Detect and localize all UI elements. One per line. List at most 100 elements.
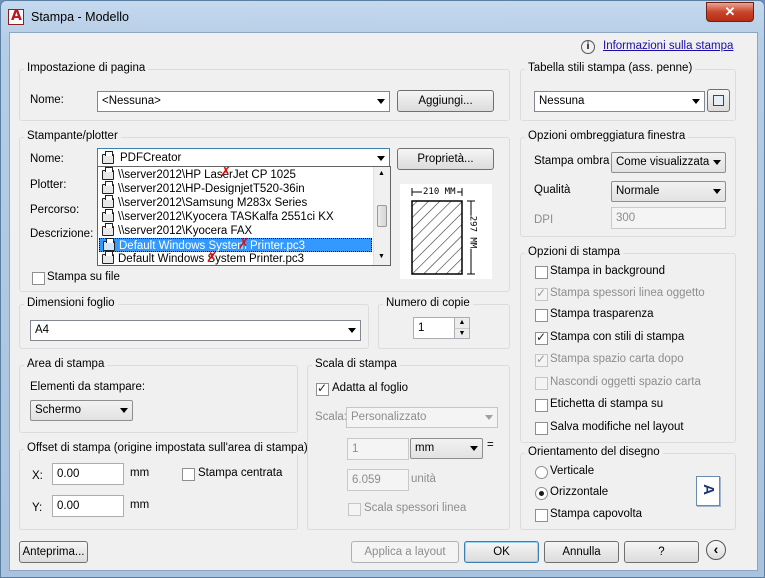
dropdown-item[interactable]: \\server2012\Samsung M283x Series — [99, 195, 372, 210]
hide-paperspace-objects-checkbox[interactable] — [535, 377, 548, 390]
plot-paperspace-last-checkbox[interactable] — [535, 352, 548, 367]
scale-value: Personalizzato — [351, 411, 427, 423]
window-title: Stampa - Modello — [31, 10, 129, 24]
dropdown-item-selected[interactable]: Default Windows System Printer.pc3 — [99, 238, 372, 252]
print-to-file-checkbox[interactable] — [32, 272, 45, 285]
quality-value: Normale — [616, 185, 660, 197]
paper-size-combo[interactable]: A4 — [30, 320, 361, 341]
upside-down-checkbox[interactable] — [535, 509, 548, 522]
plot-transparency-label: Stampa trasparenza — [550, 308, 654, 320]
printer-icon — [102, 181, 114, 194]
ok-button[interactable]: OK — [464, 541, 539, 563]
fit-to-paper-label: Adatta al foglio — [332, 382, 409, 394]
shade-plot-combo[interactable]: Come visualizzata — [611, 152, 726, 173]
page-setup-title: Impostazione di pagina — [24, 62, 149, 74]
offset-group: Offset di stampa (origine impostata sull… — [19, 442, 311, 530]
dropdown-item[interactable]: \\server2012\HP-DesignjetT520-36in — [99, 181, 372, 196]
printer-icon — [103, 238, 115, 251]
dpi-input[interactable]: 300 — [611, 207, 726, 229]
scale-value2-input[interactable]: 6.059 — [347, 469, 409, 491]
save-changes-checkbox[interactable] — [535, 422, 548, 435]
center-plot-label: Stampa centrata — [198, 467, 283, 479]
printer-properties-button[interactable]: Proprietà... — [397, 148, 494, 170]
center-plot-checkbox[interactable] — [182, 468, 195, 481]
edit-style-table-button[interactable] — [707, 89, 730, 112]
page-setup-name-value: <Nessuna> — [102, 95, 161, 107]
style-table-combo[interactable]: Nessuna — [534, 91, 705, 112]
offset-y-label: Y: — [32, 502, 43, 514]
paper-size-value: A4 — [35, 324, 50, 336]
offset-title: Offset di stampa (origine impostata sull… — [24, 442, 311, 454]
scale-lineweights-checkbox[interactable] — [348, 503, 361, 516]
printer-icon — [102, 251, 114, 264]
printer-icon — [102, 195, 114, 208]
offset-x-unit: mm — [130, 467, 150, 479]
style-table-value: Nessuna — [539, 95, 585, 107]
help-button[interactable]: ? — [624, 541, 699, 563]
chevron-down-icon — [692, 99, 700, 104]
shaded-options-title: Opzioni ombreggiatura finestra — [525, 130, 689, 142]
print-area-title: Area di stampa — [24, 358, 108, 370]
close-button[interactable]: ✕ — [706, 2, 754, 22]
offset-x-input[interactable]: 0.00 — [52, 463, 124, 485]
info-link[interactable]: Informazioni sulla stampa — [603, 40, 733, 52]
copies-decrement-icon[interactable]: ▼ — [454, 328, 469, 338]
chevron-down-icon — [377, 99, 385, 104]
scale-combo[interactable]: Personalizzato — [346, 407, 498, 428]
plot-object-lineweights-checkbox[interactable] — [535, 286, 548, 301]
offset-y-value: 0.00 — [57, 500, 80, 512]
printer-icon — [102, 151, 114, 164]
orientation-letter: A — [699, 484, 717, 495]
plot-in-background-checkbox[interactable] — [535, 266, 548, 279]
scroll-up-icon[interactable]: ▲ — [378, 170, 385, 177]
offset-y-input[interactable]: 0.00 — [52, 495, 124, 517]
collapse-options-icon[interactable]: ‹ — [706, 540, 726, 560]
scale-unit-combo[interactable]: mm — [410, 438, 483, 459]
print-what-label: Elementi da stampare: — [30, 381, 146, 393]
chevron-down-icon — [485, 415, 493, 420]
upside-down-label: Stampa capovolta — [550, 508, 643, 520]
scroll-thumb[interactable] — [377, 205, 387, 227]
info-icon[interactable]: i — [581, 40, 595, 54]
quality-label: Qualità — [534, 184, 571, 196]
cancel-button[interactable]: Annulla — [544, 541, 619, 563]
style-table-edit-icon — [713, 95, 724, 106]
printer-dropdown-list: \\server2012\HP LaserJet CP 1025 \\serve… — [97, 166, 391, 266]
dropdown-item[interactable]: \\server2012\Kyocera TASKalfa 2551ci KX — [99, 209, 372, 224]
scale-value1: 1 — [352, 443, 359, 455]
scale-value2: 6.059 — [352, 474, 381, 486]
print-what-value: Schermo — [35, 404, 82, 416]
shade-plot-value: Come visualizzata — [616, 156, 710, 168]
style-table-title: Tabella stili stampa (ass. penne) — [525, 62, 696, 74]
chevron-down-icon — [120, 408, 128, 413]
red-cross-mark-icon: ✗ — [206, 250, 218, 266]
plot-with-styles-label: Stampa con stili di stampa — [550, 331, 685, 343]
dropdown-item[interactable]: \\server2012\Kyocera FAX — [99, 223, 372, 238]
plot-stamp-checkbox[interactable] — [535, 399, 548, 412]
preview-button[interactable]: Anteprima... — [19, 541, 88, 563]
fit-to-paper-checkbox[interactable] — [316, 381, 329, 396]
dropdown-item[interactable]: Default Windows System Printer.pc3 — [99, 251, 372, 265]
plot-transparency-checkbox[interactable] — [535, 309, 548, 322]
plot-with-styles-checkbox[interactable] — [535, 330, 548, 345]
landscape-radio[interactable] — [535, 487, 548, 500]
paper-preview-drawing — [411, 188, 475, 275]
scale-value1-input[interactable]: 1 — [347, 438, 409, 460]
dropdown-item[interactable]: \\server2012\HP LaserJet CP 1025 — [99, 167, 372, 182]
add-page-setup-button[interactable]: Aggiungi... — [397, 90, 494, 112]
landscape-label: Orizzontale — [550, 486, 609, 498]
print-what-combo[interactable]: Schermo — [30, 400, 133, 421]
plot-paperspace-last-label: Stampa spazio carta dopo — [550, 353, 684, 365]
paper-preview: 210 MM 297 MM — [400, 184, 492, 279]
scroll-down-icon[interactable]: ▼ — [378, 253, 385, 260]
apply-to-layout-button[interactable]: Applica a layout — [351, 541, 459, 563]
scale-lineweights-label: Scala spessori linea — [364, 502, 467, 514]
portrait-radio[interactable] — [535, 466, 548, 479]
print-dialog-window: Stampa - Modello ✕ i Informazioni sulla … — [0, 0, 765, 578]
offset-x-value: 0.00 — [57, 468, 80, 480]
dropdown-scrollbar[interactable]: ▲ ▼ — [373, 167, 390, 265]
copies-increment-icon[interactable]: ▲ — [454, 318, 469, 328]
dpi-label: DPI — [534, 214, 554, 226]
quality-combo[interactable]: Normale — [611, 181, 726, 202]
page-setup-name-combo[interactable]: <Nessuna> — [97, 91, 390, 112]
